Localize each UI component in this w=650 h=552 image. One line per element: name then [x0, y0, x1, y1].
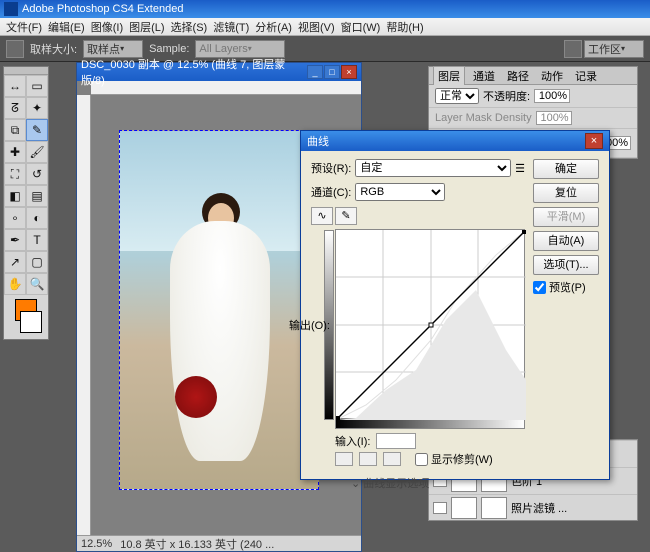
sample-size-label: 取样大小: [30, 41, 77, 57]
menu-help[interactable]: 帮助(H) [386, 19, 423, 35]
curves-close-button[interactable]: × [585, 133, 603, 149]
input-label: 输入(I): [335, 433, 370, 449]
auto-button[interactable]: 自动(A) [533, 231, 599, 251]
tab-paths[interactable]: 路径 [503, 67, 533, 85]
curves-title: 曲线 [307, 133, 329, 149]
color-swatches[interactable] [4, 295, 48, 339]
stamp-tool[interactable]: ⛶ [4, 163, 26, 185]
menu-file[interactable]: 文件(F) [6, 19, 42, 35]
menu-select[interactable]: 选择(S) [171, 19, 208, 35]
app-title: Adobe Photoshop CS4 Extended [22, 3, 183, 15]
opacity-value[interactable]: 100% [534, 89, 570, 103]
tab-layers[interactable]: 图层 [433, 66, 465, 85]
cancel-button[interactable]: 复位 [533, 183, 599, 203]
mask-density-value[interactable]: 100% [536, 111, 572, 125]
type-tool[interactable]: T [26, 229, 48, 251]
sample-label: Sample: [149, 43, 189, 55]
smooth-button: 平滑(M) [533, 207, 599, 227]
document-title: DSC_0030 副本 @ 12.5% (曲线 7, 图层蒙版/8) [81, 56, 303, 88]
menu-filter[interactable]: 滤镜(T) [213, 19, 249, 35]
input-value[interactable] [376, 433, 416, 449]
doc-minimize-button[interactable]: _ [307, 65, 323, 79]
black-point-picker-icon[interactable] [335, 452, 353, 466]
zoom-tool[interactable]: 🔍 [26, 273, 48, 295]
document-titlebar[interactable]: DSC_0030 副本 @ 12.5% (曲线 7, 图层蒙版/8) _ □ × [77, 63, 361, 81]
menu-edit[interactable]: 编辑(E) [48, 19, 85, 35]
menu-bar: 文件(F) 编辑(E) 图像(I) 图层(L) 选择(S) 滤镜(T) 分析(A… [0, 18, 650, 36]
wand-tool[interactable]: ✦ [26, 97, 48, 119]
background-color[interactable] [20, 311, 42, 333]
zoom-readout[interactable]: 12.5% [81, 538, 112, 550]
layer-name[interactable]: 照片滤镜 ... [511, 500, 567, 516]
sample-target-select[interactable]: All Layers▾ [195, 40, 285, 58]
menu-analysis[interactable]: 分析(A) [255, 19, 292, 35]
app-icon [4, 2, 18, 16]
brush-tool[interactable]: 🖌 [26, 141, 48, 163]
history-brush-tool[interactable]: ↺ [26, 163, 48, 185]
image-content [119, 130, 319, 490]
screenmode-icon[interactable] [564, 40, 582, 58]
menu-image[interactable]: 图像(I) [91, 19, 123, 35]
move-tool[interactable]: ↔ [4, 75, 26, 97]
document-statusbar: 12.5% 10.8 英寸 x 16.133 英寸 (240 ... [77, 535, 361, 551]
tab-channels[interactable]: 通道 [469, 67, 499, 85]
doc-maximize-button[interactable]: □ [324, 65, 340, 79]
mask-density-label: Layer Mask Density [435, 112, 532, 124]
layer-mask-thumb[interactable] [481, 497, 507, 519]
curves-graph[interactable] [335, 229, 525, 419]
toolbox: ↔ ▭ ᘔ ✦ ⧉ ✎ ✚ 🖌 ⛶ ↺ ◧ ▤ ∘ ◐ ✒ T ↗ ▢ ✋ 🔍 [3, 66, 49, 340]
curve-display-options-toggle[interactable]: ⌄ 曲线显示选项 [351, 475, 525, 491]
options-button[interactable]: 选项(T)... [533, 255, 599, 275]
opacity-label: 不透明度: [483, 88, 530, 104]
curves-dialog: 曲线 × 预设(R): 自定 ☰ 通道(C): RGB ∿ ✎ [300, 130, 610, 480]
ruler-vertical[interactable] [77, 95, 91, 535]
current-tool-icon[interactable] [6, 40, 24, 58]
gradient-tool[interactable]: ▤ [26, 185, 48, 207]
menu-layer[interactable]: 图层(L) [129, 19, 164, 35]
toolbox-grip[interactable] [4, 67, 48, 75]
curve-draw-tool[interactable]: ✎ [335, 207, 357, 225]
tab-history[interactable]: 记录 [571, 67, 601, 85]
workspace-menu[interactable]: 工作区 ▾ [584, 40, 644, 58]
main-area: ↔ ▭ ᘔ ✦ ⧉ ✎ ✚ 🖌 ⛶ ↺ ◧ ▤ ∘ ◐ ✒ T ↗ ▢ ✋ 🔍 [0, 62, 650, 552]
crop-tool[interactable]: ⧉ [4, 119, 26, 141]
ok-button[interactable]: 确定 [533, 159, 599, 179]
input-gradient [335, 419, 525, 429]
dodge-tool[interactable]: ◐ [26, 207, 48, 229]
preset-label: 预设(R): [311, 160, 351, 176]
visibility-toggle-icon[interactable] [433, 502, 447, 514]
channel-label: 通道(C): [311, 184, 351, 200]
doc-close-button[interactable]: × [341, 65, 357, 79]
path-tool[interactable]: ↗ [4, 251, 26, 273]
marquee-tool[interactable]: ▭ [26, 75, 48, 97]
preset-select[interactable]: 自定 [355, 159, 511, 177]
blend-mode-select[interactable]: 正常 [435, 88, 479, 104]
shape-tool[interactable]: ▢ [26, 251, 48, 273]
sample-size-select[interactable]: 取样点▾ [83, 40, 143, 58]
curve-point-tool[interactable]: ∿ [311, 207, 333, 225]
lasso-tool[interactable]: ᘔ [4, 97, 26, 119]
heal-tool[interactable]: ✚ [4, 141, 26, 163]
preset-menu-icon[interactable]: ☰ [515, 162, 525, 175]
pen-tool[interactable]: ✒ [4, 229, 26, 251]
curves-titlebar[interactable]: 曲线 × [301, 131, 609, 151]
app-titlebar: Adobe Photoshop CS4 Extended [0, 0, 650, 18]
layer-thumb[interactable] [451, 497, 477, 519]
doc-info[interactable]: 10.8 英寸 x 16.133 英寸 (240 ... [120, 536, 274, 552]
channel-select[interactable]: RGB [355, 183, 445, 201]
hand-tool[interactable]: ✋ [4, 273, 26, 295]
output-label: 输出(O): [289, 317, 330, 333]
eraser-tool[interactable]: ◧ [4, 185, 26, 207]
show-clipping-checkbox[interactable]: 显示修剪(W) [415, 451, 493, 467]
gray-point-picker-icon[interactable] [359, 452, 377, 466]
eyedropper-tool[interactable]: ✎ [26, 119, 48, 141]
preview-checkbox[interactable]: 预览(P) [533, 279, 599, 295]
white-point-picker-icon[interactable] [383, 452, 401, 466]
blur-tool[interactable]: ∘ [4, 207, 26, 229]
menu-window[interactable]: 窗口(W) [341, 19, 381, 35]
tab-actions[interactable]: 动作 [537, 67, 567, 85]
menu-view[interactable]: 视图(V) [298, 19, 335, 35]
